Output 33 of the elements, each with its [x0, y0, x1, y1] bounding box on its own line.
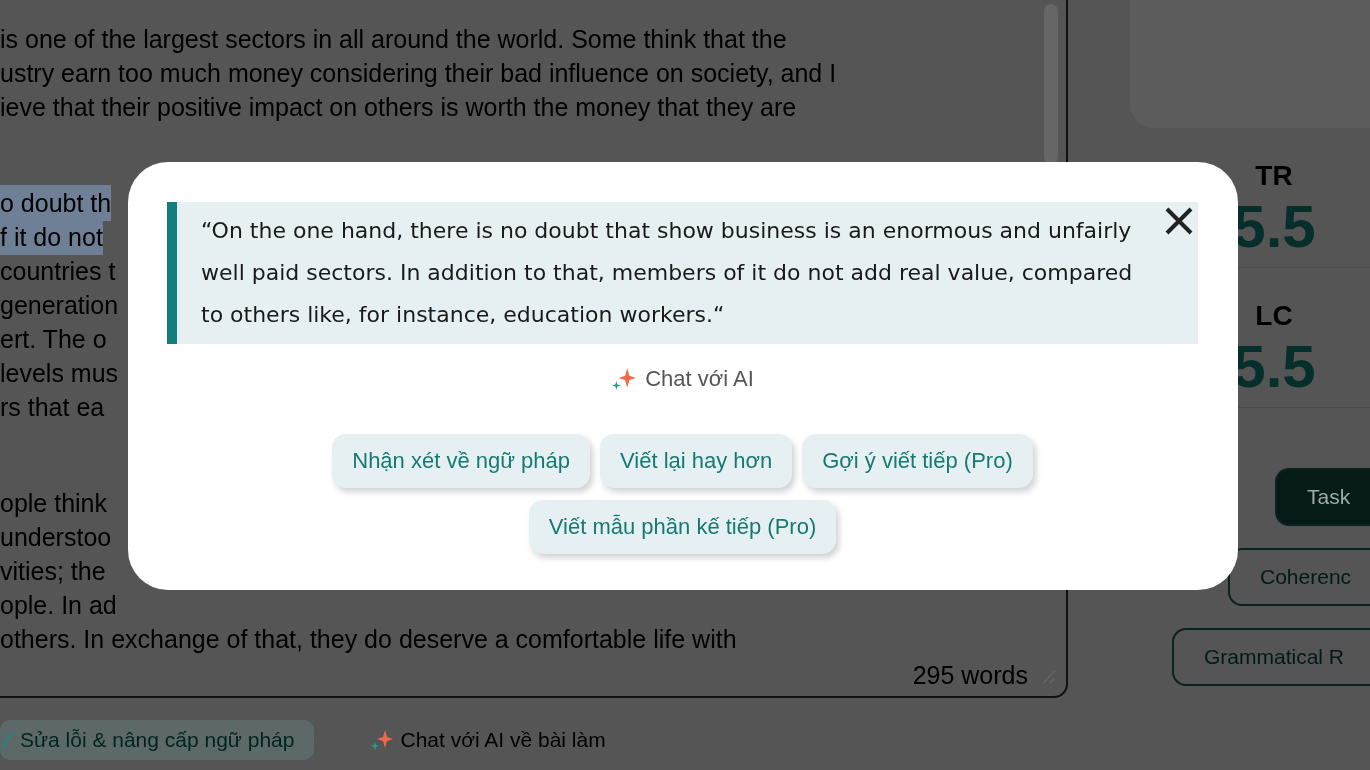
essay-text-line: ople think: [0, 488, 108, 519]
wand-icon: [0, 730, 14, 750]
quoted-passage: “On the one hand, there is no doubt that show business is an enormous and unfairly well paid sectors. In addition to that, members of it do not add real value, compared to others like, for instance, education workers.“: [167, 202, 1198, 344]
essay-text-line: ustry earn too much money considering their bad influence on society, and I: [0, 58, 837, 89]
essay-text-line: countries t: [0, 256, 116, 287]
essay-text-line: rs that ea: [0, 392, 105, 423]
essay-text-line: ieve that their positive impact on others is worth the money that they are: [0, 92, 797, 123]
criteria-tab[interactable]: Task: [1275, 468, 1370, 526]
essay-text-line: vities; the: [0, 556, 106, 587]
essay-text-line: ert. The o: [0, 324, 107, 355]
essay-text-line: others. In exchange of that, they do deserve a comfortable life with: [0, 624, 737, 655]
suggestion-button[interactable]: Gợi ý viết tiếp (Pro): [802, 434, 1033, 488]
score-label: LC: [1255, 300, 1293, 332]
suggestion-button[interactable]: Viết lại hay hơn: [600, 434, 793, 488]
suggestion-button[interactable]: Nhận xét về ngữ pháp: [332, 434, 590, 488]
fix-grammar-button[interactable]: Sửa lỗi & nâng cấp ngữ pháp: [0, 720, 315, 760]
chat-label: Chat với AI: [645, 366, 754, 392]
essay-text-line: is one of the largest sectors in all around the world. Some think that the: [0, 24, 787, 55]
essay-text-line: levels mus: [0, 358, 119, 389]
score-label: TR: [1255, 160, 1293, 192]
word-count: 295 words: [912, 661, 1028, 690]
criteria-tab[interactable]: Grammatical R: [1172, 628, 1370, 686]
chat-ai-button[interactable]: Chat với AI về bài làm: [370, 720, 626, 760]
score-value: 5.5: [1232, 192, 1316, 261]
essay-text-line: understoo: [0, 522, 112, 553]
close-icon[interactable]: [1164, 206, 1194, 236]
suggestion-button[interactable]: Viết mẫu phần kế tiếp (Pro): [528, 500, 837, 554]
essay-text-line: generation: [0, 290, 119, 321]
criteria-tab[interactable]: Coherenc: [1228, 548, 1370, 606]
essay-text-line: ople. In ad: [0, 590, 117, 621]
scrollbar[interactable]: [1044, 4, 1058, 164]
score-value: 5.5: [1232, 332, 1316, 401]
sparkle-icon: [611, 366, 638, 392]
